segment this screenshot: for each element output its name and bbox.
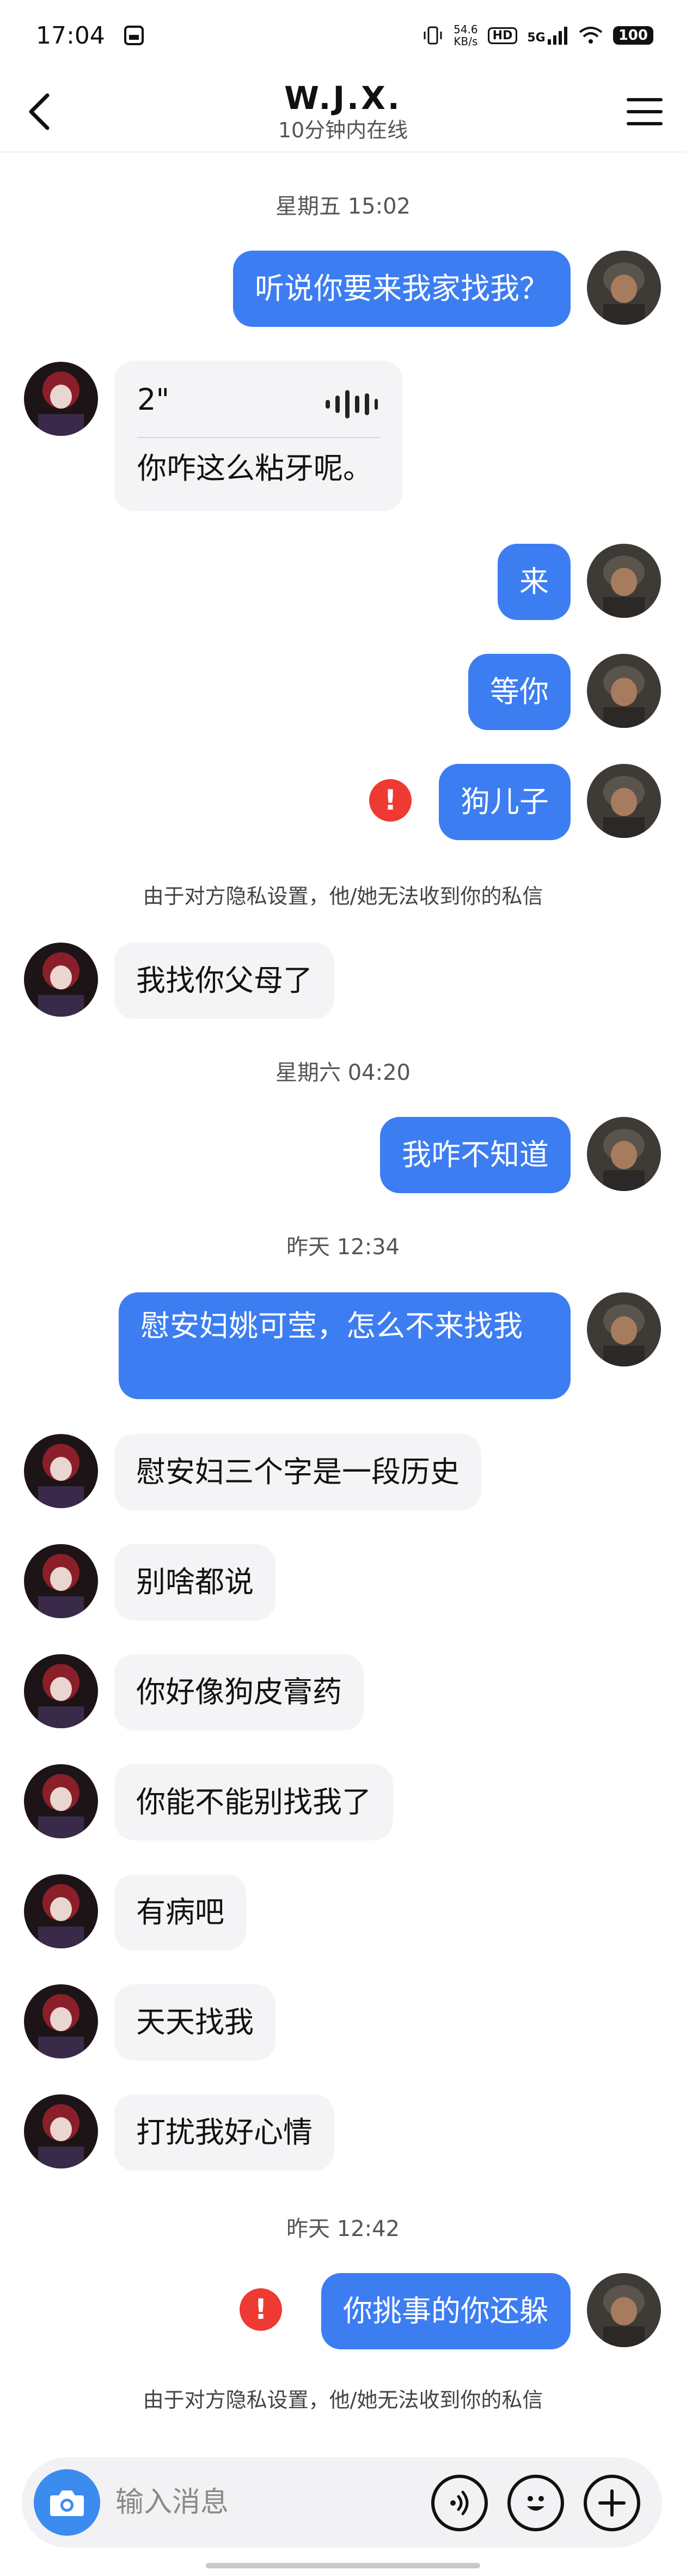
menu-icon xyxy=(627,98,663,125)
privacy-notice: 由于对方隐私设置，他/她无法收到你的私信 xyxy=(143,884,543,908)
my-avatar[interactable] xyxy=(587,1292,661,1366)
message-bubble-sent[interactable]: 听说你要来我家找我？ xyxy=(233,251,571,327)
time-separator: 星期五 15:02 xyxy=(275,194,411,219)
voice-wave-icon xyxy=(326,390,378,418)
time-separator: 昨天 12:34 xyxy=(286,1235,400,1260)
battery-indicator: 100 xyxy=(612,26,653,45)
signal-bars-icon xyxy=(547,27,567,45)
contact-avatar[interactable] xyxy=(24,1984,98,2058)
message-bubble-received[interactable]: 别啥都说 xyxy=(114,1544,275,1620)
back-icon xyxy=(29,93,50,130)
voice-divider xyxy=(137,437,380,438)
message-input[interactable] xyxy=(115,2479,420,2526)
message-bubble-received[interactable]: 你能不能别找我了 xyxy=(114,1764,393,1840)
status-bar: 17:04 54.6 KB/s HD 5G 100 xyxy=(0,0,686,71)
back-button[interactable] xyxy=(20,87,58,136)
contact-avatar[interactable] xyxy=(24,1764,98,1838)
voice-message-bubble[interactable]: 2" 你咋这么粘牙呢。 xyxy=(114,361,403,511)
gallery-notification-icon xyxy=(124,25,144,46)
message-bubble-received[interactable]: 有病吧 xyxy=(114,1874,246,1951)
my-avatar[interactable] xyxy=(587,251,661,325)
message-bubble-sent[interactable]: 等你 xyxy=(468,654,571,730)
contact-avatar[interactable] xyxy=(24,2094,98,2168)
contact-avatar[interactable] xyxy=(24,1544,98,1618)
wifi-icon xyxy=(578,26,603,45)
time-separator: 昨天 12:42 xyxy=(286,2216,400,2241)
voice-input-button[interactable] xyxy=(431,2475,488,2531)
voice-input-icon xyxy=(450,2490,469,2516)
contact-avatar[interactable] xyxy=(24,943,98,1017)
message-bubble-received[interactable]: 慰安妇三个字是一段历史 xyxy=(114,1434,481,1510)
send-failed-icon[interactable]: ! xyxy=(369,779,412,822)
hd-badge: HD xyxy=(487,27,518,44)
online-status: 10分钟内在线 xyxy=(278,118,408,142)
camera-icon xyxy=(50,2490,84,2516)
contact-avatar[interactable] xyxy=(24,1874,98,1948)
message-bubble-sent[interactable]: 狗儿子 xyxy=(439,764,571,840)
chat-title: W.J.X. xyxy=(284,80,402,117)
message-bubble-received[interactable]: 天天找我 xyxy=(114,1984,275,2061)
network-type: 5G xyxy=(527,31,546,45)
message-bubble-received[interactable]: 我找你父母了 xyxy=(114,943,334,1019)
contact-avatar[interactable] xyxy=(24,1654,98,1728)
send-failed-icon[interactable]: ! xyxy=(240,2288,282,2331)
message-input-bar xyxy=(22,2457,662,2548)
message-bubble-received[interactable]: 打扰我好心情 xyxy=(114,2094,334,2171)
status-time: 17:04 xyxy=(36,21,105,50)
message-bubble-received[interactable]: 你好像狗皮膏药 xyxy=(114,1654,364,1730)
title-block: W.J.X. 10分钟内在线 xyxy=(163,78,523,143)
my-avatar[interactable] xyxy=(587,544,661,618)
emoji-button[interactable] xyxy=(507,2475,564,2531)
my-avatar[interactable] xyxy=(587,654,661,728)
more-button[interactable] xyxy=(584,2475,640,2531)
message-bubble-sent[interactable]: 来 xyxy=(498,544,571,620)
network-speed: 54.6 KB/s xyxy=(454,23,478,47)
message-bubble-sent[interactable]: 慰安妇姚可莹，怎么不来找我 xyxy=(119,1292,571,1399)
my-avatar[interactable] xyxy=(587,1117,661,1191)
vibrate-icon xyxy=(422,25,444,46)
contact-avatar[interactable] xyxy=(24,362,98,436)
privacy-notice: 由于对方隐私设置，他/她无法收到你的私信 xyxy=(143,2388,543,2412)
signal-indicator: 5G xyxy=(527,26,568,45)
net-speed-unit: KB/s xyxy=(454,35,478,48)
voice-duration: 2" xyxy=(137,382,170,417)
camera-button[interactable] xyxy=(34,2469,100,2536)
message-bubble-sent[interactable]: 我咋不知道 xyxy=(380,1117,571,1193)
chat-header: W.J.X. 10分钟内在线 xyxy=(0,71,686,153)
home-indicator[interactable] xyxy=(206,2563,480,2568)
contact-avatar[interactable] xyxy=(24,1434,98,1508)
emoji-icon xyxy=(527,2496,544,2511)
menu-button[interactable] xyxy=(623,87,666,136)
message-bubble-sent[interactable]: 你挑事的你还躲 xyxy=(321,2273,571,2349)
my-avatar[interactable] xyxy=(587,764,661,838)
voice-transcript: 你咋这么粘牙呢。 xyxy=(137,451,372,485)
time-separator: 星期六 04:20 xyxy=(275,1060,411,1085)
net-speed-value: 54.6 xyxy=(454,23,478,36)
plus-icon xyxy=(598,2489,626,2517)
my-avatar[interactable] xyxy=(587,2273,661,2347)
